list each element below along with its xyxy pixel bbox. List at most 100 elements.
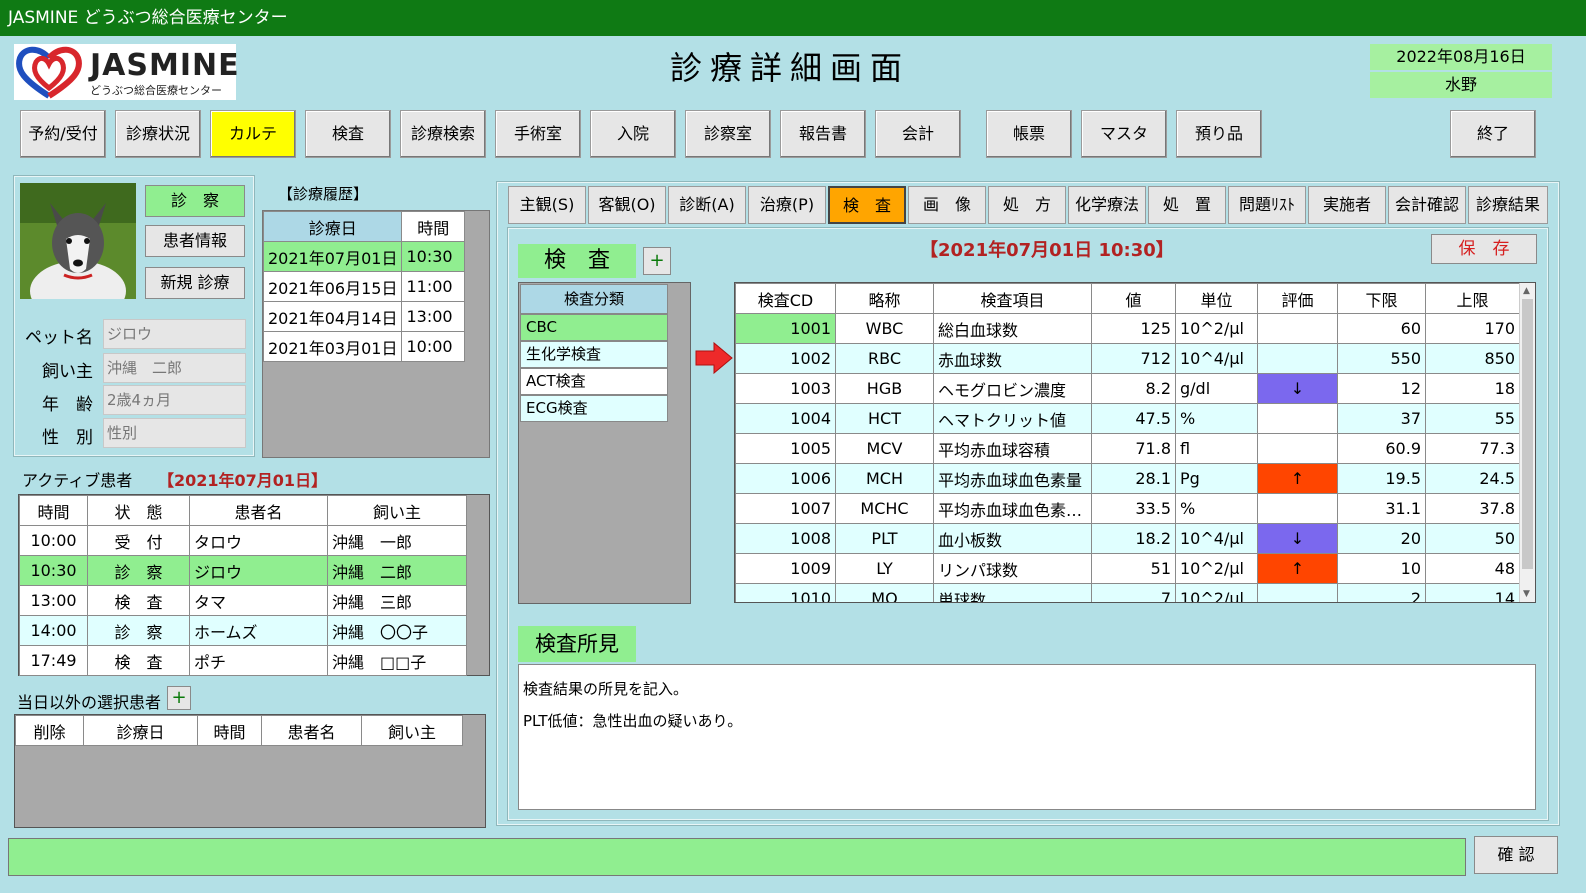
scroll-up-icon[interactable]: ▲ xyxy=(1523,286,1530,296)
results-header-low: 下限 xyxy=(1337,283,1426,314)
active-owner: 沖縄 一郎 xyxy=(327,525,467,556)
result-abbr: PLT xyxy=(835,523,934,554)
table-row[interactable]: 1003 HGB ヘモグロビン濃度 8.2 g/dl ↓ 12 18 xyxy=(735,373,1520,404)
history-header-time: 時間 xyxy=(401,211,465,242)
table-row[interactable]: 13:00 検 査タマ 沖縄 三郎 xyxy=(19,585,467,616)
active-owner: 沖縄 三郎 xyxy=(327,585,467,616)
result-code: 1005 xyxy=(735,433,836,464)
result-abbr: LY xyxy=(835,553,934,584)
category-item[interactable]: ECG検査 xyxy=(520,395,668,422)
pet-name-field[interactable]: ジロウ xyxy=(103,319,246,349)
tab-subjective[interactable]: 主観(S) xyxy=(508,186,586,224)
result-low: 37 xyxy=(1337,403,1426,434)
active-header-patient: 患者名 xyxy=(189,495,328,526)
table-row[interactable]: 1005 MCV 平均赤血球容積 71.8 fl 60.9 77.3 xyxy=(735,433,1520,464)
result-value: 71.8 xyxy=(1091,433,1176,464)
table-row[interactable]: 2021年03月01日 10:00 xyxy=(262,331,465,362)
results-header-abbr: 略称 xyxy=(835,283,934,314)
tab-results[interactable]: 診療結果 xyxy=(1468,186,1548,224)
result-unit: 10^2/μl xyxy=(1175,313,1258,344)
sex-field[interactable]: 性別 xyxy=(103,418,246,448)
nav-karte[interactable]: カルテ xyxy=(210,110,296,158)
sex-label: 性 別 xyxy=(42,428,93,448)
tab-plan[interactable]: 治療(P) xyxy=(748,186,826,224)
table-row[interactable]: 1009 LY リンパ球数 51 10^2/μl ↑ 10 48 xyxy=(735,553,1520,584)
table-row[interactable]: 10:00 受 付タロウ 沖縄 一郎 xyxy=(19,525,467,556)
nav-report[interactable]: 報告書 xyxy=(780,110,866,158)
category-item[interactable]: ACT検査 xyxy=(520,368,668,395)
pet-name-label: ペット名 xyxy=(25,328,93,348)
nav-surgery[interactable]: 手術室 xyxy=(495,110,581,158)
table-row[interactable]: 1008 PLT 血小板数 18.2 10^4/μl ↓ 20 50 xyxy=(735,523,1520,554)
table-row[interactable]: 2021年06月15日 11:00 xyxy=(262,271,465,302)
owner-field[interactable]: 沖縄 二郎 xyxy=(103,353,246,383)
exam-button[interactable]: 診 察 xyxy=(145,185,245,217)
result-value: 125 xyxy=(1091,313,1176,344)
nav-ledger[interactable]: 帳票 xyxy=(986,110,1072,158)
other-patients-table: 削除 診療日 時間 患者名 飼い主 xyxy=(15,715,463,746)
tab-assessment[interactable]: 診断(A) xyxy=(668,186,746,224)
result-item: ヘモグロビン濃度 xyxy=(933,373,1092,404)
result-low: 10 xyxy=(1337,553,1426,584)
tab-objective[interactable]: 客観(O) xyxy=(588,186,666,224)
nav-accounting[interactable]: 会計 xyxy=(875,110,961,158)
active-status: 受 付 xyxy=(87,525,190,556)
nav-deposits[interactable]: 預り品 xyxy=(1176,110,1262,158)
page-title: 診療詳細画面 xyxy=(669,49,910,87)
nav-status[interactable]: 診療状況 xyxy=(115,110,201,158)
tab-chemotherapy[interactable]: 化学療法 xyxy=(1068,186,1146,224)
result-abbr: HGB xyxy=(835,373,934,404)
nav-exam[interactable]: 検査 xyxy=(305,110,391,158)
nav-master[interactable]: マスタ xyxy=(1081,110,1167,158)
result-high: 170 xyxy=(1425,313,1520,344)
active-status: 診 察 xyxy=(87,615,190,646)
table-row[interactable]: 2021年04月14日 13:00 xyxy=(262,301,465,332)
nav-exam-room[interactable]: 診察室 xyxy=(685,110,771,158)
save-button[interactable]: 保 存 xyxy=(1431,234,1537,264)
active-status: 検 査 xyxy=(87,645,190,676)
table-row[interactable]: 1004 HCT ヘマトクリット値 47.5% 37 55 xyxy=(735,403,1520,434)
history-date: 2021年07月01日 xyxy=(262,241,403,272)
table-row[interactable]: 14:00 診 察ホームズ 沖縄 〇〇子 xyxy=(19,615,467,646)
active-owner: 沖縄 □□子 xyxy=(327,645,467,676)
tab-treatment[interactable]: 処 置 xyxy=(1148,186,1226,224)
category-item[interactable]: CBC xyxy=(520,314,668,341)
category-item[interactable]: 生化学検査 xyxy=(520,341,668,368)
tab-performer[interactable]: 実施者 xyxy=(1308,186,1386,224)
confirm-button[interactable]: 確 認 xyxy=(1474,836,1558,874)
add-exam-button[interactable]: + xyxy=(643,247,671,275)
tab-problem-list[interactable]: 問題ﾘｽﾄ xyxy=(1228,186,1306,224)
result-value: 7 xyxy=(1091,583,1176,602)
table-row[interactable]: 1001 WBC 総白血球数 125 10^2/μl 60 170 xyxy=(735,313,1520,344)
nav-reception[interactable]: 予約/受付 xyxy=(20,110,106,158)
table-row[interactable]: 1007 MCHC 平均赤血球血色素… 33.5% 31.1 37.8 xyxy=(735,493,1520,524)
tab-image[interactable]: 画 像 xyxy=(908,186,986,224)
tab-exam[interactable]: 検 査 xyxy=(828,186,906,224)
other-header-owner: 飼い主 xyxy=(361,715,463,746)
nav-exit[interactable]: 終了 xyxy=(1450,110,1536,158)
add-other-patient-button[interactable]: + xyxy=(167,686,191,710)
table-row[interactable]: 1010 MO 単球数 7 10^2/μl 2 14 xyxy=(735,583,1520,602)
table-row[interactable]: 2021年07月01日 10:30 xyxy=(262,241,465,272)
table-row[interactable]: 10:30 診 察ジロウ 沖縄 二郎 xyxy=(19,555,467,586)
scroll-down-icon[interactable]: ▼ xyxy=(1523,589,1530,599)
result-unit: 10^4/μl xyxy=(1175,343,1258,374)
findings-textarea[interactable]: 検査結果の所見を記入。 PLT低値：急性出血の疑いあり。 xyxy=(518,664,1536,810)
new-visit-button[interactable]: 新規 診療 xyxy=(145,267,245,299)
results-scrollbar[interactable]: ▲ ▼ xyxy=(1519,283,1535,602)
table-row[interactable]: 17:49 検 査ポチ 沖縄 □□子 xyxy=(19,645,467,676)
tab-prescription[interactable]: 処 方 xyxy=(988,186,1066,224)
table-row[interactable]: 1006 MCH 平均赤血球血色素量 28.1 Pg ↑ 19.5 24.5 xyxy=(735,463,1520,494)
age-field[interactable]: 2歳4ヵ月 xyxy=(103,385,246,415)
result-code: 1006 xyxy=(735,463,836,494)
scroll-thumb[interactable] xyxy=(1522,299,1533,569)
nav-search[interactable]: 診療検索 xyxy=(400,110,486,158)
nav-hospitalization[interactable]: 入院 xyxy=(590,110,676,158)
tab-billing-check[interactable]: 会計確認 xyxy=(1388,186,1466,224)
table-row[interactable]: 1002 RBC 赤血球数 712 10^4/μl 550 850 xyxy=(735,343,1520,374)
active-header-time: 時間 xyxy=(19,495,88,526)
active-owner: 沖縄 〇〇子 xyxy=(327,615,467,646)
patient-info-button[interactable]: 患者情報 xyxy=(145,225,245,257)
result-value: 28.1 xyxy=(1091,463,1176,494)
result-code: 1002 xyxy=(735,343,836,374)
